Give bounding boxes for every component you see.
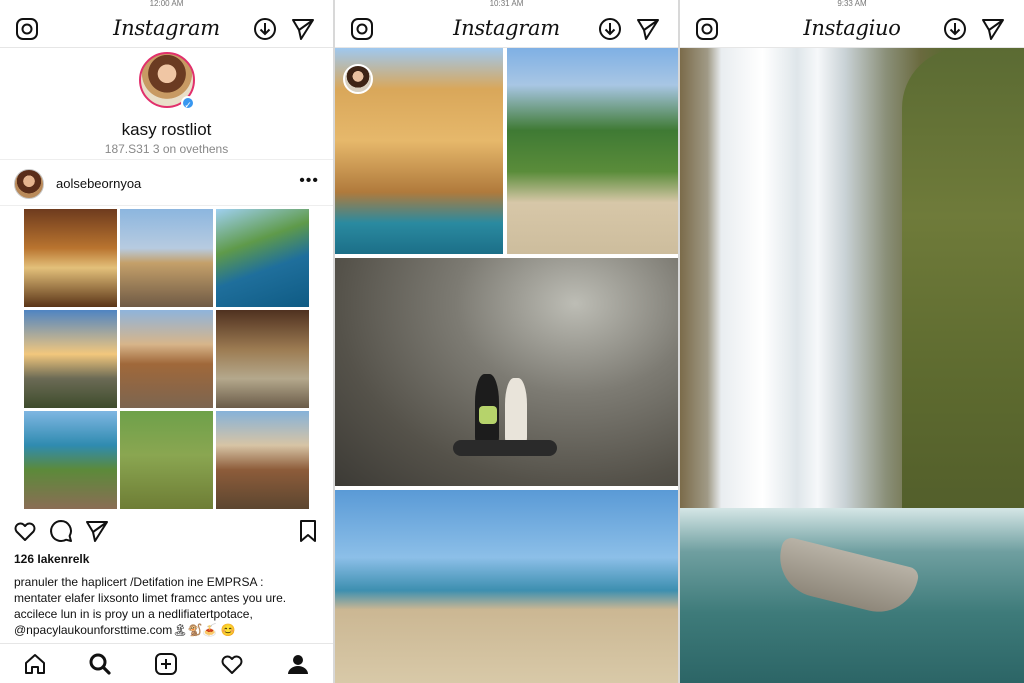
post-actions: [12, 516, 321, 546]
profile-name: kasy rostliot: [121, 120, 212, 139]
app-logo: Instagiuo: [803, 16, 901, 40]
add-post-icon[interactable]: [153, 651, 179, 677]
grid-photo[interactable]: [216, 209, 309, 307]
post-header: aolsebeornyoa •••: [0, 160, 333, 206]
like-count: 126 Iakenrelk: [14, 552, 90, 566]
phone-waterfall-panel: 9:33 AM Instagiuo: [680, 0, 1024, 683]
top-bar: Instagram: [0, 8, 333, 48]
direct-message-icon[interactable]: [980, 16, 1006, 42]
post-username[interactable]: aolsebeornyoa: [56, 176, 141, 191]
top-bar: Instagiuo: [680, 8, 1024, 48]
status-bar: 9:33 AM: [837, 0, 867, 8]
more-options-icon[interactable]: •••: [299, 172, 319, 190]
activity-heart-icon[interactable]: [219, 651, 245, 677]
grid-photo[interactable]: [24, 310, 117, 408]
direct-message-icon[interactable]: [290, 16, 316, 42]
grid-photo[interactable]: [216, 411, 309, 509]
phone-feed-panel: 10:31 AM Instagram: [335, 0, 678, 683]
avatar[interactable]: [343, 64, 373, 94]
grid-photo[interactable]: [216, 310, 309, 408]
heart-icon[interactable]: [12, 518, 38, 544]
feed-photo-beach[interactable]: [335, 490, 678, 683]
download-icon[interactable]: [252, 16, 278, 42]
post-avatar[interactable]: [14, 169, 44, 199]
app-logo: Instagram: [113, 16, 220, 40]
feed-photo-village[interactable]: [507, 48, 678, 254]
bottom-tab-bar: [0, 643, 333, 683]
grid-photo[interactable]: [24, 209, 117, 307]
share-icon[interactable]: [84, 518, 110, 544]
caption-line: pranuler the haplicert /Detifation ine E…: [14, 575, 264, 589]
feed-photo-tunnel[interactable]: [335, 258, 678, 486]
comment-icon[interactable]: [48, 518, 74, 544]
people-figures: [453, 366, 559, 462]
profile-icon[interactable]: [285, 651, 311, 677]
caption-line: accilece lun in is proy un a nedlifiater…: [14, 607, 253, 621]
caption-line[interactable]: @npacylaukounforsttime.com🏝🐒🍝 😊: [14, 622, 324, 638]
verified-badge-icon: ✓: [181, 96, 195, 110]
caption-line: mentater elafer lixsonto limet framcc an…: [14, 591, 287, 605]
direct-message-icon[interactable]: [635, 16, 661, 42]
profile-header: ✓ kasy rostliot 187.S31 3 on ovethens: [0, 48, 333, 160]
bookmark-icon[interactable]: [295, 518, 321, 544]
download-icon[interactable]: [597, 16, 623, 42]
profile-stats: 187.S31 3 on ovethens: [104, 142, 229, 156]
search-icon[interactable]: [87, 651, 113, 677]
grid-photo[interactable]: [120, 411, 213, 509]
phone-profile-panel: 12:00 AM Instagram ✓ kasy rostliot 187.S…: [0, 0, 333, 683]
home-icon[interactable]: [22, 651, 48, 677]
grid-photo[interactable]: [120, 209, 213, 307]
grid-photo[interactable]: [120, 310, 213, 408]
grid-photo[interactable]: [24, 411, 117, 509]
status-bar: 10:31 AM: [489, 0, 524, 8]
photo-grid: [24, 209, 309, 509]
app-logo: Instagram: [453, 16, 560, 40]
top-bar: Instagram: [335, 8, 678, 48]
post-caption: pranuler the haplicert /Detifation ine E…: [14, 574, 324, 638]
download-icon[interactable]: [942, 16, 968, 42]
status-bar: 12:00 AM: [149, 0, 184, 8]
